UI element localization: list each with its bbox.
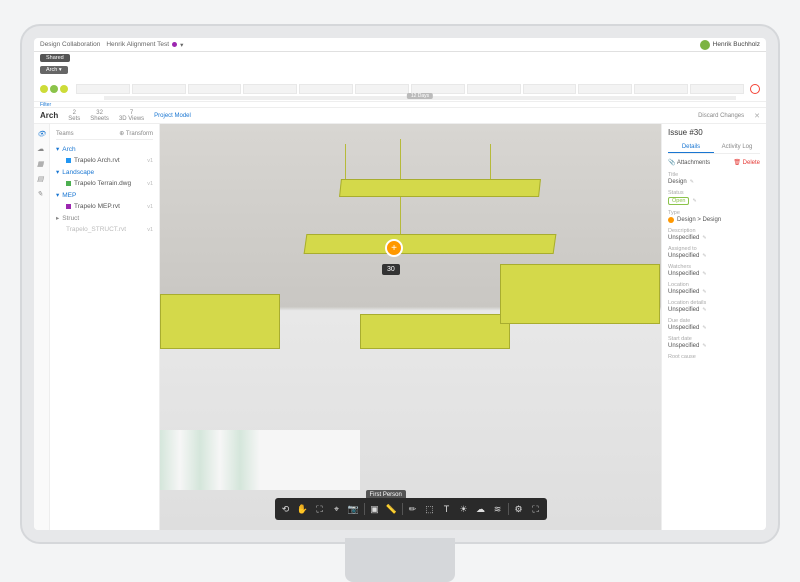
issue-panel: Issue #30 Details Activity Log 📎 Attachm…	[661, 124, 766, 530]
settings-icon[interactable]: ⚙	[511, 501, 527, 517]
pen-icon[interactable]: ✎	[37, 190, 46, 199]
timeline-scrubber[interactable]: 12 Days	[104, 96, 736, 100]
app-window: Design Collaboration Henrik Alignment Te…	[34, 38, 766, 530]
filter-bar2: Arch ▾	[34, 64, 766, 76]
tab-indicator-icon	[172, 42, 177, 47]
issue-tooltip: 30	[382, 264, 400, 275]
orbit-icon[interactable]: ⟲	[278, 501, 294, 517]
avatar-icon	[700, 40, 710, 50]
chip-shared[interactable]: Shared	[40, 54, 70, 62]
view-toolbar: ⟲ ✋ ⛶ ⌖ 📷 ▣ 📏 ✏ ⬚ T ☀ ☁ ≋ ⚙ ⛶	[275, 498, 547, 520]
measure-icon[interactable]: 📏	[384, 501, 400, 517]
timeline[interactable]: 12 Days	[34, 76, 766, 102]
discard-link[interactable]: Discard Changes	[698, 113, 744, 119]
section-icon[interactable]: ▣	[367, 501, 383, 517]
issue-marker[interactable]: +	[385, 239, 403, 257]
meta-bar: Arch 2Sets 32Sheets 73D Views Project Mo…	[34, 108, 766, 124]
grid-icon[interactable]: ▤	[37, 175, 46, 184]
zoom-icon[interactable]: ⛶	[312, 501, 328, 517]
project-title: Arch	[40, 111, 58, 120]
left-rail: 👁 ☁ ▦ ▤ ✎	[34, 124, 50, 530]
timeline-now-icon[interactable]	[750, 84, 760, 94]
cloud-icon[interactable]: ☁	[473, 501, 489, 517]
viewport-3d[interactable]: + 30 First Person ⟲ ✋ ⛶ ⌖ 📷 ▣ 📏 ✏ ⬚ T ☀ …	[160, 124, 661, 530]
tree-item[interactable]: Trapelo Arch.rvtv1	[56, 155, 153, 166]
text-icon[interactable]: T	[439, 501, 455, 517]
user-menu[interactable]: Henrik Buchholz	[700, 40, 760, 50]
tree-item[interactable]: Trapelo MEP.rvtv1	[56, 201, 153, 212]
tree-group[interactable]: ▾ MEP	[56, 189, 153, 201]
timeline-marker-icon[interactable]	[50, 85, 58, 93]
delete-button[interactable]: 🗑 Delete	[733, 159, 760, 166]
timeline-marker-icon[interactable]	[60, 85, 68, 93]
edit-icon[interactable]: ✎	[690, 179, 694, 185]
timeline-marker-icon[interactable]	[40, 85, 48, 93]
tab-alignment[interactable]: Henrik Alignment Test ▾	[106, 41, 183, 49]
close-icon[interactable]: ✕	[754, 112, 760, 120]
model-icon[interactable]: ⬚	[422, 501, 438, 517]
cloud-icon[interactable]: ☁	[37, 145, 46, 154]
chip-arch[interactable]: Arch ▾	[40, 66, 68, 74]
model-tree: Teams⊕ Transform ▾ Arch Trapelo Arch.rvt…	[50, 124, 160, 530]
fullscreen-icon[interactable]: ⛶	[528, 501, 544, 517]
filter-bar: Shared	[34, 52, 766, 64]
issue-title: Issue #30	[668, 128, 760, 139]
tree-item[interactable]: Trapelo Terrain.dwgv1	[56, 178, 153, 189]
tree-group[interactable]: ▸ Struct	[56, 212, 153, 224]
explode-icon[interactable]: ☀	[456, 501, 472, 517]
layers-icon[interactable]: ▦	[37, 160, 46, 169]
project-model-link[interactable]: Project Model	[154, 113, 191, 119]
monitor-frame: Design Collaboration Henrik Alignment Te…	[20, 24, 780, 544]
tab-details[interactable]: Details	[668, 142, 714, 153]
pan-icon[interactable]: ✋	[295, 501, 311, 517]
tree-item[interactable]: Trapelo_STRUCT.rvtv1	[56, 224, 153, 235]
tab-activity[interactable]: Activity Log	[714, 142, 760, 153]
walk-icon[interactable]: ⌖	[329, 501, 345, 517]
tab-bar: Design Collaboration Henrik Alignment Te…	[34, 38, 766, 52]
edit-icon[interactable]: ✎	[692, 198, 696, 204]
eye-icon[interactable]: 👁	[37, 130, 46, 139]
camera-icon[interactable]: 📷	[346, 501, 362, 517]
markup-icon[interactable]: ✏	[405, 501, 421, 517]
attachments-button[interactable]: 📎 Attachments	[668, 159, 710, 166]
tree-group[interactable]: ▾ Arch	[56, 143, 153, 155]
layers-icon[interactable]: ≋	[490, 501, 506, 517]
tree-group[interactable]: ▾ Landscape	[56, 166, 153, 178]
tab-design-collab[interactable]: Design Collaboration	[40, 41, 100, 48]
